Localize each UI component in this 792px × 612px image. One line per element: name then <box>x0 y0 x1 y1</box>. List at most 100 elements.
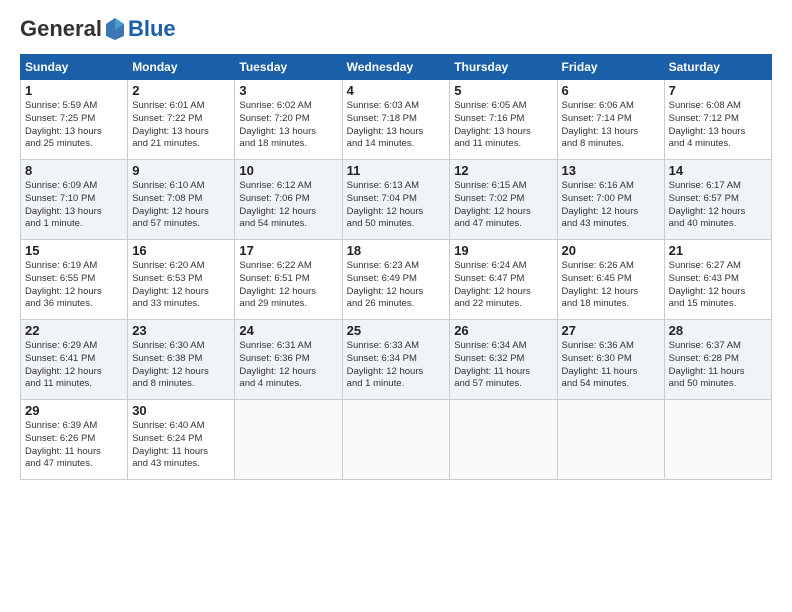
day-number: 20 <box>562 243 660 258</box>
day-info: Sunrise: 6:29 AM Sunset: 6:41 PM Dayligh… <box>25 340 123 391</box>
calendar-cell <box>450 400 557 480</box>
day-number: 2 <box>132 83 230 98</box>
calendar-week-4: 22 Sunrise: 6:29 AM Sunset: 6:41 PM Dayli… <box>21 320 772 400</box>
day-number: 4 <box>347 83 446 98</box>
calendar-table: SundayMondayTuesdayWednesdayThursdayFrid… <box>20 54 772 480</box>
calendar-cell: 8Sunrise: 6:09 AM Sunset: 7:10 PM Daylig… <box>21 160 128 240</box>
day-info: Sunrise: 6:12 AM Sunset: 7:06 PM Dayligh… <box>239 180 337 231</box>
day-number: 22 <box>25 323 123 338</box>
calendar-cell: 12 Sunrise: 6:15 AM Sunset: 7:02 PM Dayli… <box>450 160 557 240</box>
calendar-cell <box>557 400 664 480</box>
logo-icon <box>104 16 126 42</box>
day-info: Sunrise: 6:10 AM Sunset: 7:08 PM Dayligh… <box>132 180 230 231</box>
day-info: Sunrise: 6:05 AM Sunset: 7:16 PM Dayligh… <box>454 100 552 151</box>
day-info: Sunrise: 5:59 AM Sunset: 7:25 PM Dayligh… <box>25 100 123 151</box>
day-info: Sunrise: 6:33 AM Sunset: 6:34 PM Dayligh… <box>347 340 446 391</box>
calendar-week-2: 8Sunrise: 6:09 AM Sunset: 7:10 PM Daylig… <box>21 160 772 240</box>
weekday-header-saturday: Saturday <box>664 55 771 80</box>
day-info: Sunrise: 6:22 AM Sunset: 6:51 PM Dayligh… <box>239 260 337 311</box>
day-number: 19 <box>454 243 552 258</box>
calendar-cell: 15 Sunrise: 6:19 AM Sunset: 6:55 PM Dayli… <box>21 240 128 320</box>
day-number: 1 <box>25 83 123 98</box>
day-info: Sunrise: 6:03 AM Sunset: 7:18 PM Dayligh… <box>347 100 446 151</box>
day-number: 27 <box>562 323 660 338</box>
day-info: Sunrise: 6:17 AM Sunset: 6:57 PM Dayligh… <box>669 180 767 231</box>
calendar-cell: 7 Sunrise: 6:08 AM Sunset: 7:12 PM Daylig… <box>664 80 771 160</box>
calendar-cell: 28 Sunrise: 6:37 AM Sunset: 6:28 PM Dayli… <box>664 320 771 400</box>
calendar-cell: 20 Sunrise: 6:26 AM Sunset: 6:45 PM Dayli… <box>557 240 664 320</box>
day-info: Sunrise: 6:26 AM Sunset: 6:45 PM Dayligh… <box>562 260 660 311</box>
calendar-cell: 21Sunrise: 6:27 AM Sunset: 6:43 PM Dayli… <box>664 240 771 320</box>
day-number: 5 <box>454 83 552 98</box>
calendar-cell: 27Sunrise: 6:36 AM Sunset: 6:30 PM Dayli… <box>557 320 664 400</box>
calendar-cell: 16Sunrise: 6:20 AM Sunset: 6:53 PM Dayli… <box>128 240 235 320</box>
calendar-week-3: 15 Sunrise: 6:19 AM Sunset: 6:55 PM Dayli… <box>21 240 772 320</box>
day-number: 3 <box>239 83 337 98</box>
calendar-cell: 1 Sunrise: 5:59 AM Sunset: 7:25 PM Daylig… <box>21 80 128 160</box>
day-info: Sunrise: 6:13 AM Sunset: 7:04 PM Dayligh… <box>347 180 446 231</box>
weekday-header-friday: Friday <box>557 55 664 80</box>
calendar-cell: 6Sunrise: 6:06 AM Sunset: 7:14 PM Daylig… <box>557 80 664 160</box>
day-number: 24 <box>239 323 337 338</box>
day-info: Sunrise: 6:15 AM Sunset: 7:02 PM Dayligh… <box>454 180 552 231</box>
day-number: 11 <box>347 163 446 178</box>
calendar-cell: 10 Sunrise: 6:12 AM Sunset: 7:06 PM Dayli… <box>235 160 342 240</box>
day-info: Sunrise: 6:30 AM Sunset: 6:38 PM Dayligh… <box>132 340 230 391</box>
day-info: Sunrise: 6:09 AM Sunset: 7:10 PM Dayligh… <box>25 180 123 231</box>
day-number: 15 <box>25 243 123 258</box>
calendar-cell: 14 Sunrise: 6:17 AM Sunset: 6:57 PM Dayli… <box>664 160 771 240</box>
calendar-cell: 19 Sunrise: 6:24 AM Sunset: 6:47 PM Dayli… <box>450 240 557 320</box>
day-number: 18 <box>347 243 446 258</box>
day-number: 7 <box>669 83 767 98</box>
calendar-cell: 3 Sunrise: 6:02 AM Sunset: 7:20 PM Daylig… <box>235 80 342 160</box>
weekday-header-tuesday: Tuesday <box>235 55 342 80</box>
day-info: Sunrise: 6:27 AM Sunset: 6:43 PM Dayligh… <box>669 260 767 311</box>
day-number: 28 <box>669 323 767 338</box>
calendar-cell <box>235 400 342 480</box>
calendar-cell: 13Sunrise: 6:16 AM Sunset: 7:00 PM Dayli… <box>557 160 664 240</box>
day-info: Sunrise: 6:06 AM Sunset: 7:14 PM Dayligh… <box>562 100 660 151</box>
calendar-cell <box>342 400 450 480</box>
calendar-cell: 18 Sunrise: 6:23 AM Sunset: 6:49 PM Dayli… <box>342 240 450 320</box>
weekday-header-row: SundayMondayTuesdayWednesdayThursdayFrid… <box>21 55 772 80</box>
calendar-cell: 17 Sunrise: 6:22 AM Sunset: 6:51 PM Dayli… <box>235 240 342 320</box>
weekday-header-monday: Monday <box>128 55 235 80</box>
day-number: 16 <box>132 243 230 258</box>
calendar-cell: 5 Sunrise: 6:05 AM Sunset: 7:16 PM Daylig… <box>450 80 557 160</box>
logo-blue-text: Blue <box>128 16 176 42</box>
calendar-cell: 30Sunrise: 6:40 AM Sunset: 6:24 PM Dayli… <box>128 400 235 480</box>
logo: General Blue <box>20 16 176 42</box>
calendar-cell: 22 Sunrise: 6:29 AM Sunset: 6:41 PM Dayli… <box>21 320 128 400</box>
day-number: 17 <box>239 243 337 258</box>
day-number: 12 <box>454 163 552 178</box>
day-info: Sunrise: 6:23 AM Sunset: 6:49 PM Dayligh… <box>347 260 446 311</box>
day-info: Sunrise: 6:19 AM Sunset: 6:55 PM Dayligh… <box>25 260 123 311</box>
calendar-cell: 4 Sunrise: 6:03 AM Sunset: 7:18 PM Daylig… <box>342 80 450 160</box>
calendar-cell: 2 Sunrise: 6:01 AM Sunset: 7:22 PM Daylig… <box>128 80 235 160</box>
day-info: Sunrise: 6:39 AM Sunset: 6:26 PM Dayligh… <box>25 420 123 471</box>
day-info: Sunrise: 6:40 AM Sunset: 6:24 PM Dayligh… <box>132 420 230 471</box>
weekday-header-thursday: Thursday <box>450 55 557 80</box>
day-number: 9 <box>132 163 230 178</box>
day-info: Sunrise: 6:37 AM Sunset: 6:28 PM Dayligh… <box>669 340 767 391</box>
calendar-cell <box>664 400 771 480</box>
calendar-cell: 26Sunrise: 6:34 AM Sunset: 6:32 PM Dayli… <box>450 320 557 400</box>
page-container: General Blue SundayMondayTuesdayWednesda… <box>0 0 792 490</box>
day-info: Sunrise: 6:02 AM Sunset: 7:20 PM Dayligh… <box>239 100 337 151</box>
calendar-cell: 24Sunrise: 6:31 AM Sunset: 6:36 PM Dayli… <box>235 320 342 400</box>
logo-general-text: General <box>20 16 102 42</box>
day-info: Sunrise: 6:01 AM Sunset: 7:22 PM Dayligh… <box>132 100 230 151</box>
header: General Blue <box>20 16 772 42</box>
calendar-cell: 11 Sunrise: 6:13 AM Sunset: 7:04 PM Dayli… <box>342 160 450 240</box>
calendar-cell: 9 Sunrise: 6:10 AM Sunset: 7:08 PM Daylig… <box>128 160 235 240</box>
day-number: 26 <box>454 323 552 338</box>
day-info: Sunrise: 6:08 AM Sunset: 7:12 PM Dayligh… <box>669 100 767 151</box>
calendar-body: 1 Sunrise: 5:59 AM Sunset: 7:25 PM Daylig… <box>21 80 772 480</box>
day-number: 14 <box>669 163 767 178</box>
weekday-header-sunday: Sunday <box>21 55 128 80</box>
calendar-cell: 29Sunrise: 6:39 AM Sunset: 6:26 PM Dayli… <box>21 400 128 480</box>
calendar-cell: 23Sunrise: 6:30 AM Sunset: 6:38 PM Dayli… <box>128 320 235 400</box>
day-number: 10 <box>239 163 337 178</box>
day-number: 13 <box>562 163 660 178</box>
day-info: Sunrise: 6:24 AM Sunset: 6:47 PM Dayligh… <box>454 260 552 311</box>
